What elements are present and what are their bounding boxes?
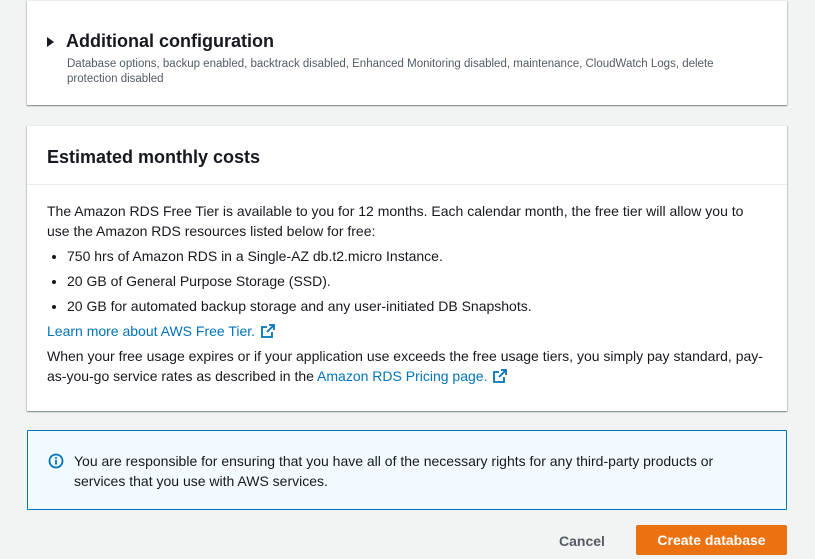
create-database-button[interactable]: Create database [636,525,787,555]
info-alert-text: You are responsible for ensuring that yo… [74,453,714,489]
free-tier-list: 750 hrs of Amazon RDS in a Single-AZ db.… [47,246,767,316]
pricing-line: When your free usage expires or if your … [47,346,767,386]
learn-more-line: Learn more about AWS Free Tier. [47,321,767,341]
caret-right-icon [47,36,54,47]
rds-pricing-label: Amazon RDS Pricing page. [317,368,488,384]
external-link-icon [261,324,275,338]
learn-more-free-tier-label: Learn more about AWS Free Tier. [47,323,256,339]
rds-pricing-link[interactable]: Amazon RDS Pricing page. [317,368,508,384]
additional-configuration-panel: Additional configuration Database option… [27,0,787,105]
learn-more-free-tier-link[interactable]: Learn more about AWS Free Tier. [47,323,275,339]
additional-configuration-toggle[interactable]: Additional configuration [47,31,274,52]
estimated-costs-panel: Estimated monthly costs The Amazon RDS F… [27,125,787,411]
free-tier-intro: The Amazon RDS Free Tier is available to… [47,203,744,239]
free-tier-item: 750 hrs of Amazon RDS in a Single-AZ db.… [67,246,767,266]
free-tier-item: 20 GB of General Purpose Storage (SSD). [67,271,767,291]
additional-configuration-title: Additional configuration [66,31,274,51]
external-link-icon [493,369,508,383]
info-icon [48,453,64,469]
cancel-button[interactable]: Cancel [545,527,619,555]
estimated-costs-title: Estimated monthly costs [47,147,261,167]
additional-configuration-description: Database options, backup enabled, backtr… [67,58,714,85]
estimated-costs-header: Estimated monthly costs [27,126,787,185]
estimated-costs-body: The Amazon RDS Free Tier is available to… [47,201,767,386]
info-alert: You are responsible for ensuring that yo… [27,430,787,510]
free-tier-item: 20 GB for automated backup storage and a… [67,296,767,316]
